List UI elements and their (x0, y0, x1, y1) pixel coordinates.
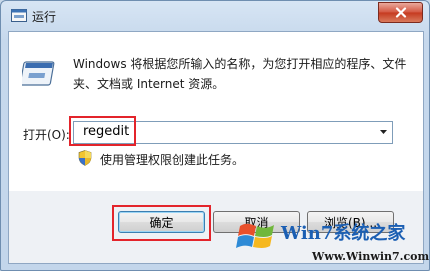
dialog-description: Windows 将根据您所输入的名称，为您打开相应的程序、文件夹、文档或 Int… (73, 57, 407, 91)
site-watermark: Win7系统之家 Www.Winwin7.com (236, 214, 430, 271)
admin-privileges-note: 使用管理权限创建此任务。 (100, 153, 245, 167)
title-bar[interactable]: 运行 (1, 1, 429, 31)
watermark-url: Www.Winwin7.com (312, 250, 430, 263)
run-program-icon (22, 61, 55, 86)
close-button[interactable] (378, 2, 423, 23)
window-title: 运行 (32, 10, 57, 24)
ok-highlight-box (112, 205, 211, 241)
open-label: 打开(O): (23, 128, 70, 142)
dialog-body: Windows 将根据您所输入的名称，为您打开相应的程序、文件夹、文档或 Int… (8, 31, 424, 192)
windows-flag-logo-icon (236, 223, 274, 248)
close-icon (395, 7, 406, 18)
command-highlight-box (69, 116, 136, 146)
watermark-brand: Win7系统之家 (281, 223, 406, 244)
admin-shield-icon (78, 150, 92, 166)
run-window-icon (11, 9, 27, 22)
dropdown-arrow[interactable] (377, 126, 389, 138)
chevron-down-icon (379, 130, 387, 134)
